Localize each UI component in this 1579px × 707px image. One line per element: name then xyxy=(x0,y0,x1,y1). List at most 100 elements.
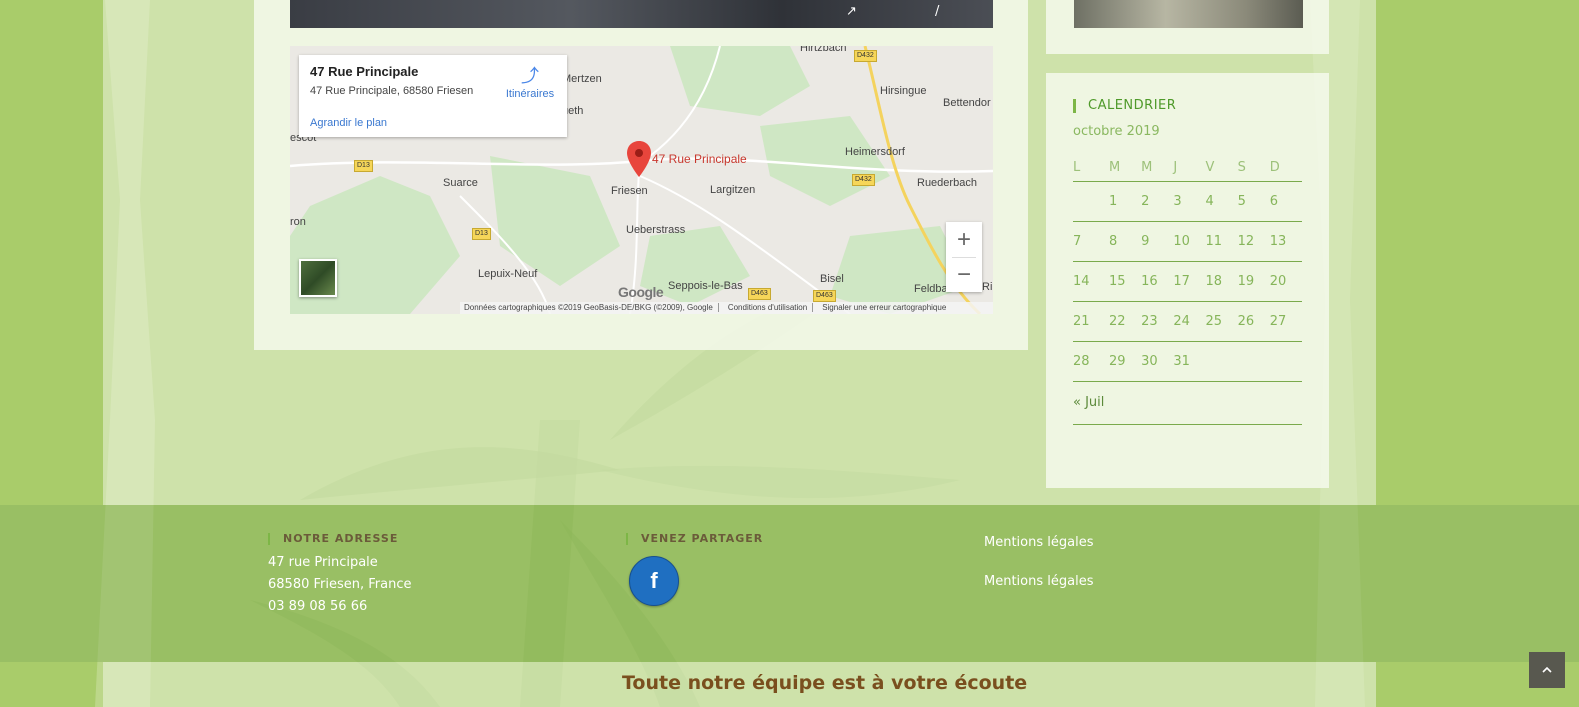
map-town-label: Hirsingue xyxy=(880,85,927,97)
calendar-day: 5 xyxy=(1237,181,1270,222)
calendar-week-row: 21 22 23 24 25 26 27 xyxy=(1073,301,1302,342)
calendar-day: 2 xyxy=(1141,181,1174,222)
satellite-toggle[interactable] xyxy=(299,259,337,297)
calendar-day: 31 xyxy=(1173,341,1206,382)
place-address: 47 Rue Principale, 68580 Friesen xyxy=(310,85,474,97)
calendar-day: 29 xyxy=(1109,341,1142,382)
calendar-day: 11 xyxy=(1205,221,1238,262)
google-map[interactable]: Hirtzbach Mertzen Hirsingue Bettendor ue… xyxy=(290,46,993,314)
map-town-label: Lepuix-Neuf xyxy=(478,268,538,280)
road-badge: D432 xyxy=(852,174,875,186)
calendar-title: CALENDRIER xyxy=(1073,99,1176,113)
calendar-day: 17 xyxy=(1173,261,1206,302)
road-badge: D463 xyxy=(813,290,836,302)
map-info-card: 47 Rue Principale 47 Rue Principale, 685… xyxy=(299,55,567,137)
road-badge: D432 xyxy=(854,50,877,62)
calendar-day: 7 xyxy=(1073,221,1109,262)
calendar-prev-month-link[interactable]: « Juil xyxy=(1073,395,1104,410)
map-town-label: Seppois-le-Bas xyxy=(668,280,743,292)
footer-tagline: Toute notre équipe est à votre écoute xyxy=(622,672,1028,694)
calendar-day: 22 xyxy=(1109,301,1142,342)
address-phone: 03 89 08 56 66 xyxy=(268,599,368,614)
calendar-day: 30 xyxy=(1141,341,1174,382)
map-attribution: Données cartographiques ©2019 GeoBasis-D… xyxy=(464,303,713,312)
road-badge: D13 xyxy=(472,228,491,240)
map-town-label: Mertzen xyxy=(562,73,602,85)
share-heading: VENEZ PARTAGER xyxy=(626,533,763,545)
back-to-top-button[interactable] xyxy=(1529,652,1565,688)
calendar-day: 14 xyxy=(1073,261,1109,302)
calendar-day: 4 xyxy=(1205,181,1238,222)
photo-marking-icon: / xyxy=(935,4,940,19)
road-badge: D463 xyxy=(748,288,771,300)
calendar-day: 8 xyxy=(1109,221,1142,262)
map-pin-icon[interactable] xyxy=(627,141,651,177)
address-heading: NOTRE ADRESSE xyxy=(268,533,398,545)
calendar-day xyxy=(1269,341,1302,382)
calendar-day: 28 xyxy=(1073,341,1109,382)
weekday-header: J xyxy=(1173,153,1206,182)
calendar-day xyxy=(1205,341,1238,382)
calendar-day: 1 xyxy=(1109,181,1142,222)
calendar-day: 15 xyxy=(1109,261,1142,302)
calendar-day: 25 xyxy=(1205,301,1238,342)
map-town-label: Heimersdorf xyxy=(845,146,905,158)
map-report-link[interactable]: Signaler une erreur cartographique xyxy=(822,303,946,312)
map-town-label: Friesen xyxy=(611,185,648,197)
calendar-day: 10 xyxy=(1173,221,1206,262)
chevron-up-icon xyxy=(1542,666,1552,673)
place-title: 47 Rue Principale xyxy=(310,64,419,79)
calendar-table: L M M J V S D 1 2 3 4 5 6 7 8 9 10 11 12… xyxy=(1073,153,1302,382)
directions-button[interactable]: ⤴ Itinéraires xyxy=(502,66,558,100)
zoom-out-button[interactable]: − xyxy=(946,257,982,292)
calendar-day: 9 xyxy=(1141,221,1174,262)
calendar-day: 6 xyxy=(1269,181,1302,222)
calendar-day: 18 xyxy=(1205,261,1238,302)
weekday-header: V xyxy=(1205,153,1238,182)
calendar-day: 16 xyxy=(1141,261,1174,302)
zoom-control: + − xyxy=(946,222,982,292)
map-town-label: Suarce xyxy=(443,177,478,189)
facebook-icon: f xyxy=(650,568,658,593)
weekday-header: M xyxy=(1141,153,1174,182)
facebook-button[interactable]: f xyxy=(629,556,679,606)
calendar-week-row: 1 2 3 4 5 6 xyxy=(1073,181,1302,222)
map-terms-link[interactable]: Conditions d'utilisation xyxy=(728,303,807,312)
calendar-day: 20 xyxy=(1269,261,1302,302)
calendar-day: 19 xyxy=(1237,261,1270,302)
calendar-day xyxy=(1073,181,1109,222)
weekday-header: D xyxy=(1269,153,1302,182)
calendar-day: 24 xyxy=(1173,301,1206,342)
directions-icon: ⤴ xyxy=(521,66,539,86)
zoom-divider xyxy=(952,257,976,258)
calendar-day: 21 xyxy=(1073,301,1109,342)
address-street: 47 rue Principale xyxy=(268,555,378,570)
map-town-label: Largitzen xyxy=(710,184,756,196)
legal-notice-link[interactable]: Mentions légales xyxy=(984,574,1093,589)
zoom-in-button[interactable]: + xyxy=(946,222,982,257)
enlarge-map-link[interactable]: Agrandir le plan xyxy=(310,117,387,129)
calendar-weekday-row: L M M J V S D xyxy=(1073,153,1302,182)
calendar-day: 13 xyxy=(1269,221,1302,262)
weekday-header: L xyxy=(1073,153,1109,182)
map-town-label: ron xyxy=(290,216,306,228)
pin-label: 47 Rue Principale xyxy=(652,152,747,166)
calendar-day: 3 xyxy=(1173,181,1206,222)
map-town-label: Ruederbach xyxy=(917,177,977,189)
calendar-week-row: 28 29 30 31 xyxy=(1073,341,1302,382)
legal-notice-link[interactable]: Mentions légales xyxy=(984,535,1093,550)
map-town-label: Ueberstrass xyxy=(626,224,686,236)
calendar-week-row: 14 15 16 17 18 19 20 xyxy=(1073,261,1302,302)
map-town-label: Hirtzbach xyxy=(800,46,847,54)
calendar-day xyxy=(1237,341,1270,382)
road-badge: D13 xyxy=(354,160,373,172)
calendar-widget: CALENDRIER octobre 2019 L M M J V S D 1 … xyxy=(1046,73,1329,488)
address-city: 68580 Friesen, France xyxy=(268,577,412,592)
calendar-day: 23 xyxy=(1141,301,1174,342)
calendar-week-row: 7 8 9 10 11 12 13 xyxy=(1073,221,1302,262)
map-attribution-bar: Données cartographiques ©2019 GeoBasis-D… xyxy=(460,302,993,314)
attribution-divider xyxy=(812,303,814,313)
weekday-header: M xyxy=(1109,153,1142,182)
google-logo: Google xyxy=(618,284,664,300)
calendar-caption: octobre 2019 xyxy=(1073,124,1160,139)
